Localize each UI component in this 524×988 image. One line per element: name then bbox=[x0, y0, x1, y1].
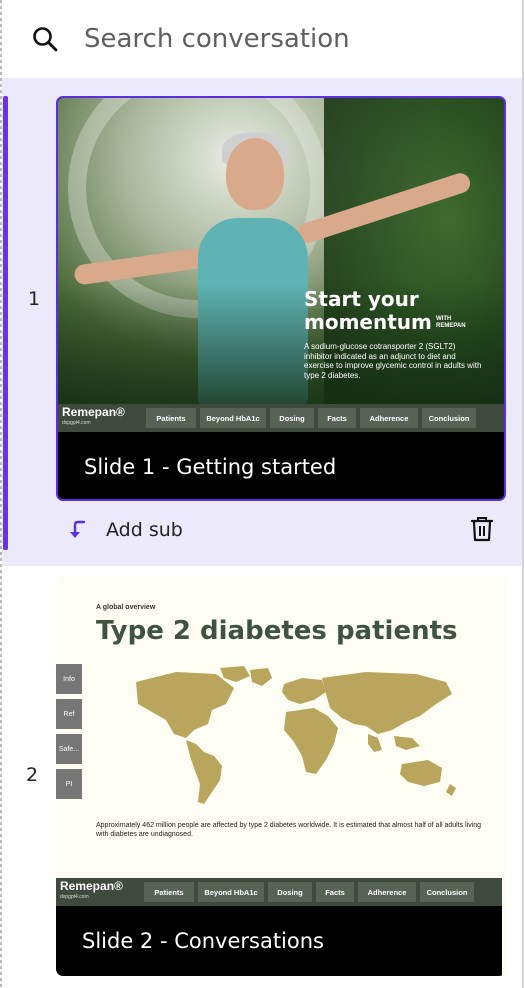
nav-conclusion: Conclusion bbox=[422, 408, 476, 428]
side-tab-info: Info bbox=[56, 664, 82, 694]
slide-body-text: A sodium-glucose cotransporter 2 (SGLT2)… bbox=[304, 342, 482, 380]
nav-dosing: Dosing bbox=[270, 408, 314, 428]
with-brand: WITH REMEPAN bbox=[436, 316, 466, 329]
search-input[interactable] bbox=[84, 20, 504, 58]
nav-beyond-hba1c: Beyond HbA1c bbox=[198, 882, 264, 902]
slide-caption: Slide 2 - Conversations bbox=[56, 906, 502, 976]
slide-index: 1 bbox=[28, 288, 41, 310]
subdirectory-arrow-icon bbox=[70, 520, 86, 538]
add-sub-button[interactable]: Add sub bbox=[68, 516, 183, 544]
nav-facts: Facts bbox=[316, 882, 354, 902]
slide-title: Type 2 diabetes patients bbox=[96, 616, 458, 646]
nav-patients: Patients bbox=[146, 408, 196, 428]
trash-icon[interactable] bbox=[470, 516, 494, 542]
nav-dosing: Dosing bbox=[268, 882, 312, 902]
side-tab-ref: Ref bbox=[56, 699, 82, 729]
nav-patients: Patients bbox=[144, 882, 194, 902]
nav-adherence: Adherence bbox=[358, 882, 416, 902]
slide-footnote: Approximately 462 million people are aff… bbox=[96, 822, 482, 838]
side-tab-pi: PI bbox=[56, 769, 82, 799]
slide-thumbnail-2[interactable]: A global overview Type 2 diabetes patien… bbox=[56, 576, 506, 976]
slide-navbar: Remepan® dxpgpt4.com Patients Beyond HbA… bbox=[58, 404, 504, 432]
slide-kicker: A global overview bbox=[96, 604, 156, 611]
selection-indicator bbox=[3, 96, 8, 550]
brand-logo: Remepan® dxpgpt4.com bbox=[62, 405, 125, 426]
side-tab-safety: Safe... bbox=[56, 734, 82, 764]
nav-facts: Facts bbox=[318, 408, 356, 428]
slide-caption: Slide 1 - Getting started bbox=[58, 432, 504, 499]
nav-conclusion: Conclusion bbox=[420, 882, 474, 902]
search-bar bbox=[2, 0, 522, 78]
slide-index: 2 bbox=[26, 764, 39, 786]
search-icon[interactable] bbox=[32, 26, 58, 52]
slide-navbar: Remepan® dxpgpt4.com Patients Beyond HbA… bbox=[56, 878, 502, 906]
nav-adherence: Adherence bbox=[360, 408, 418, 428]
slide-list-item-1[interactable]: 1 Start your momentum WITH REMEPAN A sod… bbox=[2, 78, 522, 566]
nav-beyond-hba1c: Beyond HbA1c bbox=[200, 408, 266, 428]
slide-thumbnail-1[interactable]: Start your momentum WITH REMEPAN A sodiu… bbox=[56, 96, 506, 501]
world-map bbox=[136, 666, 456, 804]
add-sub-label: Add sub bbox=[106, 519, 183, 541]
side-tabs: Info Ref Safe... PI bbox=[56, 664, 82, 804]
brand-logo: Remepan® dxpgpt4.com bbox=[60, 879, 123, 900]
